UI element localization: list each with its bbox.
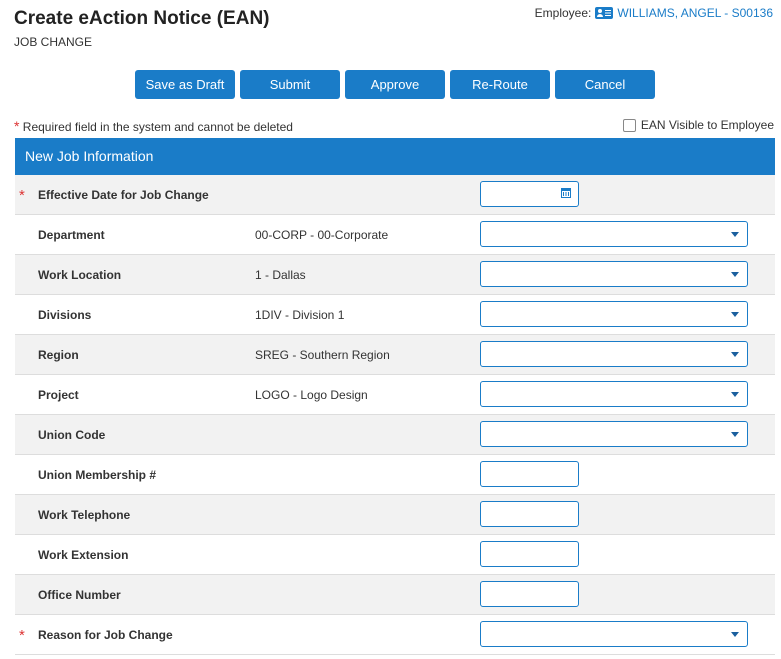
chevron-down-icon — [731, 352, 739, 357]
field-label: Reason for Job Change — [38, 628, 173, 642]
required-note-text: Required field in the system and cannot … — [22, 120, 293, 134]
field-select[interactable] — [480, 261, 748, 287]
employee-info: Employee: WILLIAMS, ANGEL - S00136 — [535, 6, 773, 20]
field-label: Divisions — [38, 308, 92, 322]
save-draft-button[interactable]: Save as Draft — [135, 70, 235, 99]
form-row: * Reason for Job Change — [15, 615, 775, 655]
form-row: Divisions 1DIV - Division 1 — [15, 295, 775, 335]
required-star-icon: * — [19, 627, 25, 644]
ean-visible-toggle[interactable]: EAN Visible to Employee — [622, 118, 774, 132]
current-value: LOGO - Logo Design — [255, 388, 368, 402]
page-subtitle: JOB CHANGE — [14, 35, 93, 49]
field-label: Work Telephone — [38, 508, 131, 522]
action-toolbar: Save as Draft Submit Approve Re-Route Ca… — [135, 70, 655, 99]
form-row: Work Telephone — [15, 495, 775, 535]
chevron-down-icon — [731, 432, 739, 437]
text-input[interactable] — [480, 501, 579, 527]
job-info-form: * Effective Date for Job Change Department… — [15, 175, 775, 655]
text-input[interactable] — [480, 541, 579, 567]
form-row: Union Code — [15, 415, 775, 455]
employee-name-link[interactable]: WILLIAMS, ANGEL - S00136 — [617, 6, 773, 20]
field-label: Work Extension — [38, 548, 129, 562]
chevron-down-icon — [731, 232, 739, 237]
field-label: Effective Date for Job Change — [38, 188, 209, 202]
date-input[interactable] — [480, 181, 579, 207]
calendar-icon[interactable] — [561, 188, 571, 198]
approve-button[interactable]: Approve — [345, 70, 445, 99]
current-value: 1 - Dallas — [255, 268, 306, 282]
form-row: Work Location 1 - Dallas — [15, 255, 775, 295]
field-label: Union Code — [38, 428, 106, 442]
required-note: * Required field in the system and canno… — [14, 118, 293, 134]
chevron-down-icon — [731, 272, 739, 277]
page-title: Create eAction Notice (EAN) — [14, 8, 270, 29]
chevron-down-icon — [731, 312, 739, 317]
field-select[interactable] — [480, 221, 748, 247]
form-row: Project LOGO - Logo Design — [15, 375, 775, 415]
field-select[interactable] — [480, 381, 748, 407]
current-value: SREG - Southern Region — [255, 348, 390, 362]
required-star-icon: * — [14, 118, 20, 134]
field-label: Work Location — [38, 268, 122, 282]
field-label: Region — [38, 348, 79, 362]
employee-card-icon[interactable] — [595, 7, 614, 19]
form-row: * Effective Date for Job Change — [15, 175, 775, 215]
cancel-button[interactable]: Cancel — [555, 70, 655, 99]
form-row: Union Membership # — [15, 455, 775, 495]
employee-label: Employee: — [534, 6, 592, 20]
chevron-down-icon — [731, 392, 739, 397]
required-star-icon: * — [19, 187, 25, 204]
field-label: Office Number — [38, 588, 121, 602]
form-row: Work Extension — [15, 535, 775, 575]
field-select[interactable] — [480, 341, 748, 367]
section-header: New Job Information — [15, 138, 775, 175]
form-row: Region SREG - Southern Region — [15, 335, 775, 375]
submit-button[interactable]: Submit — [240, 70, 340, 99]
ean-page: Create eAction Notice (EAN) JOB CHANGE E… — [0, 0, 781, 659]
text-input[interactable] — [480, 461, 579, 487]
field-select[interactable] — [480, 421, 748, 447]
form-row: Department 00-CORP - 00-Corporate — [15, 215, 775, 255]
text-input[interactable] — [480, 581, 579, 607]
current-value: 1DIV - Division 1 — [255, 308, 345, 322]
reroute-button[interactable]: Re-Route — [450, 70, 550, 99]
current-value: 00-CORP - 00-Corporate — [255, 228, 389, 242]
field-select[interactable] — [480, 301, 748, 327]
field-label: Project — [38, 388, 79, 402]
chevron-down-icon — [731, 632, 739, 637]
field-label: Union Membership # — [38, 468, 157, 482]
field-label: Department — [38, 228, 105, 242]
form-row: Office Number — [15, 575, 775, 615]
field-select[interactable] — [480, 621, 748, 647]
ean-visible-label: EAN Visible to Employee — [640, 118, 774, 132]
ean-visible-checkbox[interactable] — [622, 118, 636, 132]
